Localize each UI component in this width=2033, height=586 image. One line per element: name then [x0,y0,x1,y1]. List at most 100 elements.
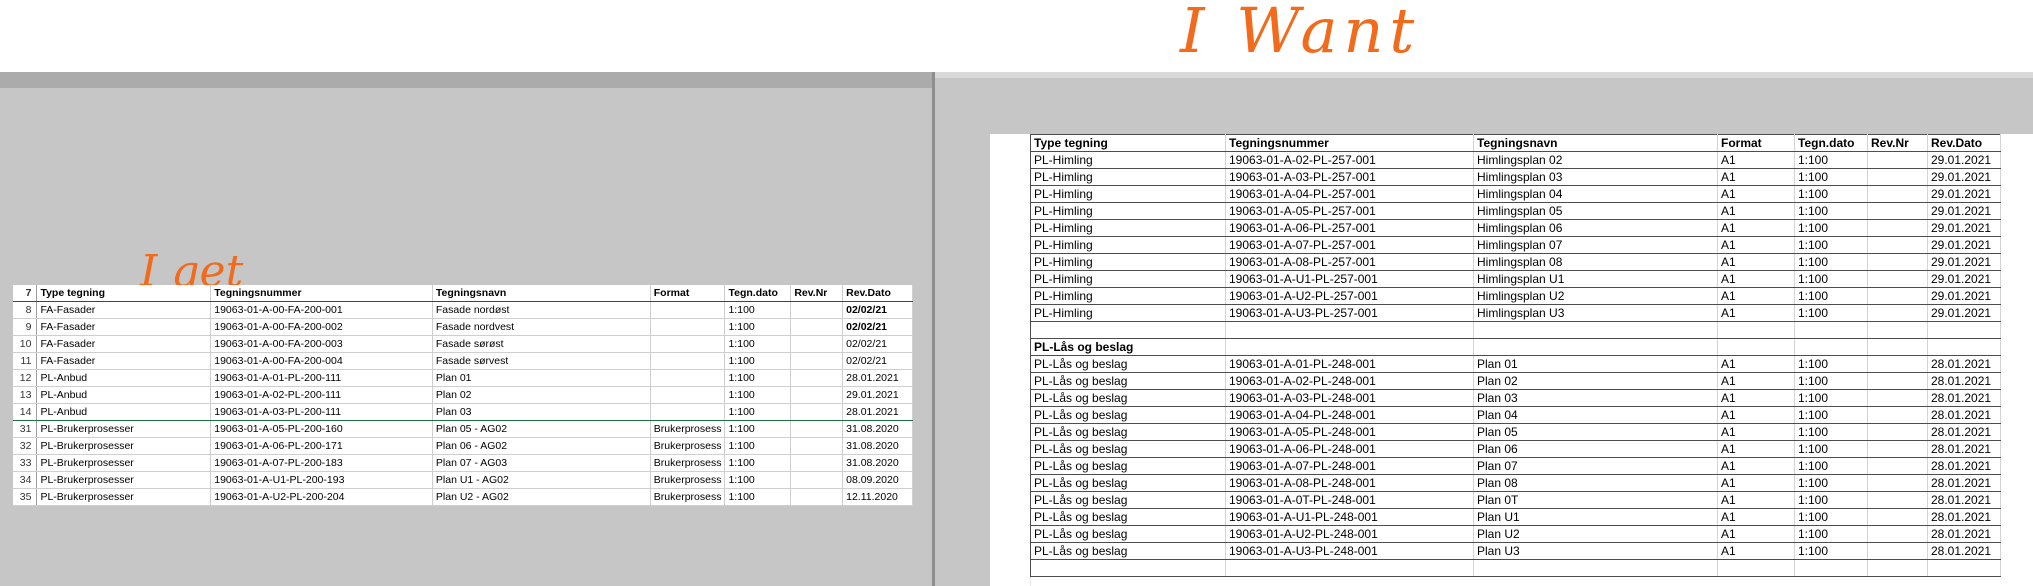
table-cell[interactable]: 19063-01-A-0T-PL-248-001 [1225,491,1474,509]
table-cell[interactable]: Plan 03 [432,403,651,421]
table-cell[interactable]: PL-Himling [1030,185,1226,203]
table-cell[interactable]: 19063-01-A-03-PL-257-001 [1225,168,1474,186]
table-cell[interactable]: PL-Lås og beslag [1030,440,1226,458]
table-cell[interactable]: 1:100 [1794,253,1868,271]
table-cell[interactable]: 31.08.2020 [842,420,913,438]
column-header[interactable]: Tegningsnummer [1225,134,1474,152]
table-cell[interactable]: FA-Fasader [36,318,212,336]
table-cell[interactable]: PL-Lås og beslag [1030,491,1226,509]
table-cell[interactable] [790,369,844,387]
table-cell[interactable] [1867,219,1928,237]
column-header[interactable]: Rev.Dato [1927,134,2001,152]
table-cell[interactable]: 1:100 [1794,236,1868,254]
table-cell[interactable] [790,488,844,506]
table-cell[interactable]: 29.01.2021 [1927,270,2001,288]
column-header[interactable]: Tegningsnavn [432,285,651,302]
table-cell[interactable] [1030,559,1226,577]
table-cell[interactable] [650,386,726,404]
table-cell[interactable]: A1 [1717,202,1795,220]
table-cell[interactable]: 19063-01-A-U3-PL-248-001 [1225,542,1474,560]
table-cell[interactable]: PL-Lås og beslag [1030,406,1226,424]
row-number[interactable]: 35 [13,488,38,506]
table-cell[interactable]: FA-Fasader [36,335,212,353]
row-number[interactable]: 10 [13,335,38,353]
table-cell[interactable]: Plan 08 [1473,474,1718,492]
table-cell[interactable]: 19063-01-A-00-FA-200-002 [210,318,433,336]
table-cell[interactable]: 1:100 [1794,474,1868,492]
table-cell[interactable]: 1:100 [1794,151,1868,169]
table-cell[interactable] [1867,338,1928,356]
table-cell[interactable]: 19063-01-A-U2-PL-257-001 [1225,287,1474,305]
row-number[interactable]: 14 [13,403,38,421]
table-cell[interactable] [1867,270,1928,288]
column-header[interactable]: Format [1717,134,1795,152]
table-cell[interactable]: 1:100 [1794,355,1868,373]
table-cell[interactable] [1867,287,1928,305]
table-cell[interactable]: 19063-01-A-06-PL-200-171 [210,437,433,455]
table-cell[interactable]: PL-Lås og beslag [1030,372,1226,390]
table-cell[interactable]: 28.01.2021 [1927,474,2001,492]
table-cell[interactable]: A1 [1717,508,1795,526]
table-cell[interactable]: Plan 01 [432,369,651,387]
table-cell[interactable] [1867,491,1928,509]
table-cell[interactable]: PL-Lås og beslag [1030,457,1226,475]
table-cell[interactable]: PL-Lås og beslag [1030,423,1226,441]
table-cell[interactable]: 19063-01-A-07-PL-257-001 [1225,236,1474,254]
table-cell[interactable]: 08.09.2020 [842,471,913,489]
table-cell[interactable]: Plan 06 [1473,440,1718,458]
table-cell[interactable]: PL-Himling [1030,236,1226,254]
table-cell[interactable]: Brukerprosess [650,420,726,438]
table-cell[interactable]: 1:100 [1794,219,1868,237]
table-cell[interactable]: PL-Himling [1030,151,1226,169]
table-cell[interactable]: Brukerprosess [650,437,726,455]
row-number[interactable]: 8 [13,301,38,319]
table-cell[interactable]: 19063-01-A-01-PL-200-111 [210,369,433,387]
table-cell[interactable]: 1:100 [724,369,792,387]
table-cell[interactable]: 1:100 [1794,508,1868,526]
table-cell[interactable] [1927,338,2001,356]
table-cell[interactable] [1473,321,1718,339]
table-cell[interactable] [1717,338,1795,356]
table-cell[interactable] [790,403,844,421]
table-cell[interactable]: 19063-01-A-06-PL-248-001 [1225,440,1474,458]
table-cell[interactable]: 28.01.2021 [1927,372,2001,390]
table-cell[interactable] [1927,321,2001,339]
table-cell[interactable]: 28.01.2021 [842,369,913,387]
table-cell[interactable]: PL-Lås og beslag [1030,508,1226,526]
column-header[interactable]: Format [650,285,726,302]
table-cell[interactable]: Brukerprosess [650,471,726,489]
table-cell[interactable]: 1:100 [1794,168,1868,186]
table-cell[interactable]: 28.01.2021 [842,403,913,421]
table-cell[interactable]: Himlingsplan U3 [1473,304,1718,322]
column-header[interactable]: Rev.Nr [1867,134,1928,152]
table-cell[interactable]: Himlingsplan U2 [1473,287,1718,305]
row-number[interactable]: 32 [13,437,38,455]
table-cell[interactable]: 28.01.2021 [1927,457,2001,475]
table-cell[interactable] [1794,338,1868,356]
table-cell[interactable]: A1 [1717,372,1795,390]
table-cell[interactable] [1867,440,1928,458]
table-cell[interactable] [1473,559,1718,577]
table-cell[interactable]: 1:100 [724,403,792,421]
table-cell[interactable]: A1 [1717,457,1795,475]
table-cell[interactable]: 28.01.2021 [1927,508,2001,526]
table-cell[interactable]: 19063-01-A-U2-PL-248-001 [1225,525,1474,543]
table-cell[interactable] [1030,321,1226,339]
table-cell[interactable]: Plan 04 [1473,406,1718,424]
table-cell[interactable]: 19063-01-A-08-PL-257-001 [1225,253,1474,271]
table-cell[interactable] [790,335,844,353]
row-number[interactable]: 12 [13,369,38,387]
table-cell[interactable]: Fasade sørvest [432,352,651,370]
table-cell[interactable] [1867,185,1928,203]
table-cell[interactable]: A1 [1717,406,1795,424]
table-cell[interactable]: 1:100 [724,352,792,370]
table-cell[interactable] [1867,202,1928,220]
table-cell[interactable]: PL-Brukerprosesser [36,454,212,472]
table-cell[interactable]: Himlingsplan 07 [1473,236,1718,254]
table-cell[interactable]: Fasade nordøst [432,301,651,319]
table-cell[interactable]: Brukerprosess [650,454,726,472]
table-cell[interactable]: Brukerprosess [650,488,726,506]
table-cell[interactable]: 1:100 [1794,423,1868,441]
table-cell[interactable]: A1 [1717,287,1795,305]
table-cell[interactable]: 1:100 [1794,440,1868,458]
